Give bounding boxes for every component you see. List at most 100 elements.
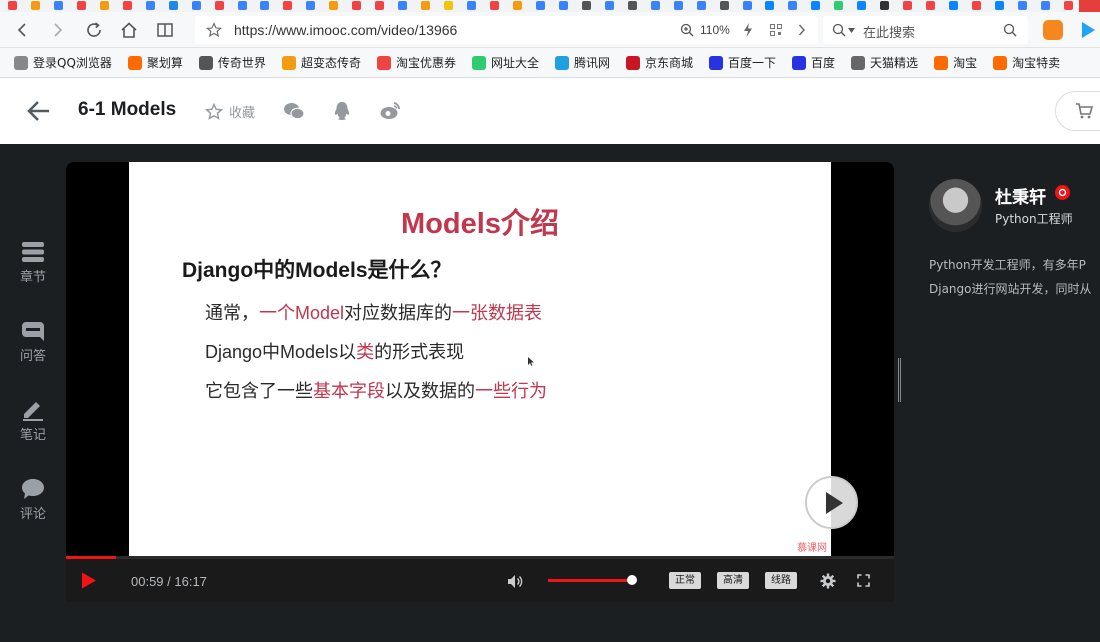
lightning-icon[interactable] — [743, 23, 753, 37]
browser-tab[interactable] — [482, 0, 505, 12]
browser-tab[interactable] — [413, 0, 436, 12]
bookmark-item[interactable]: 腾讯网 — [554, 54, 610, 71]
settings-gear-icon[interactable] — [820, 573, 836, 589]
browser-tab[interactable] — [872, 0, 895, 12]
browser-tab[interactable] — [528, 0, 551, 12]
browser-tab[interactable] — [597, 0, 620, 12]
zoom-level[interactable]: 110% — [700, 23, 730, 37]
reader-icon[interactable] — [153, 18, 177, 42]
bookmark-item[interactable]: 天猫精选 — [851, 54, 918, 71]
wechat-share-icon[interactable] — [283, 100, 305, 122]
bookmark-item[interactable]: 网址大全 — [471, 54, 539, 71]
bookmark-star-icon[interactable] — [206, 22, 222, 38]
url-text[interactable]: https://www.imooc.com/video/13966 — [234, 22, 457, 38]
browser-tab[interactable] — [115, 0, 138, 12]
video-play-icon[interactable] — [1080, 21, 1096, 39]
quality-hd-button[interactable]: 高清 — [717, 572, 749, 589]
browser-tab[interactable] — [803, 0, 826, 12]
new-tab-button[interactable] — [1078, 0, 1100, 12]
chevron-right-icon[interactable] — [798, 24, 806, 36]
browser-tab[interactable] — [1010, 0, 1033, 12]
browser-tab[interactable] — [184, 0, 207, 12]
home-icon[interactable] — [117, 18, 141, 42]
browser-tab[interactable] — [987, 0, 1010, 12]
shopping-cart-button[interactable] — [1055, 91, 1100, 131]
browser-tab[interactable] — [666, 0, 689, 12]
browser-tab[interactable] — [1056, 0, 1079, 12]
browser-tab[interactable] — [849, 0, 872, 12]
sidebar-item-chapters[interactable]: 章节 — [0, 241, 66, 285]
volume-slider[interactable] — [548, 579, 632, 582]
browser-tab[interactable] — [689, 0, 712, 12]
browser-tab[interactable] — [574, 0, 597, 12]
chevron-down-icon[interactable] — [848, 28, 855, 33]
browser-tab[interactable] — [551, 0, 574, 12]
browser-tab[interactable] — [252, 0, 275, 12]
browser-tab[interactable] — [367, 0, 390, 12]
sidebar-item-comments[interactable]: 评论 — [0, 478, 66, 522]
browser-tab[interactable] — [390, 0, 413, 12]
browser-tab[interactable] — [964, 0, 987, 12]
browser-tab[interactable] — [918, 0, 941, 12]
bookmark-item[interactable]: 淘宝优惠券 — [376, 54, 456, 71]
bookmark-item[interactable]: 超变态传奇 — [281, 54, 361, 71]
forward-icon[interactable] — [46, 18, 70, 42]
search-input[interactable]: 在此搜索 — [863, 22, 915, 41]
reload-icon[interactable] — [82, 18, 106, 42]
bookmark-item[interactable]: 登录QQ浏览器 — [14, 54, 112, 71]
browser-tab[interactable] — [620, 0, 643, 12]
browser-tab[interactable] — [459, 0, 482, 12]
game-center-icon[interactable] — [1043, 20, 1063, 40]
browser-tab[interactable] — [1033, 0, 1056, 12]
browser-tab[interactable] — [92, 0, 115, 12]
quality-normal-button[interactable]: 正常 — [669, 572, 701, 589]
volume-icon[interactable] — [507, 574, 523, 589]
browser-tab[interactable] — [321, 0, 344, 12]
browser-tab[interactable] — [0, 0, 23, 12]
sidebar-item-qa[interactable]: 问答 — [0, 320, 66, 364]
search-engine-icon[interactable] — [832, 23, 846, 37]
browser-tab[interactable] — [712, 0, 735, 12]
fullscreen-icon[interactable] — [857, 574, 870, 587]
address-bar[interactable]: https://www.imooc.com/video/13966 110% — [195, 16, 818, 44]
browser-tab[interactable] — [505, 0, 528, 12]
bookmark-item[interactable]: 传奇世界 — [198, 54, 266, 71]
search-icon[interactable] — [1003, 23, 1017, 37]
browser-tab[interactable] — [780, 0, 803, 12]
browser-tab[interactable] — [46, 0, 69, 12]
favorite-button[interactable]: 收藏 — [205, 102, 255, 121]
qq-share-icon[interactable] — [331, 100, 353, 122]
browser-tab[interactable] — [436, 0, 459, 12]
bookmark-item[interactable]: 聚划算 — [127, 54, 183, 71]
browser-tab[interactable] — [275, 0, 298, 12]
browser-tab[interactable] — [138, 0, 161, 12]
bookmark-item[interactable]: 百度 — [792, 54, 835, 71]
teacher-name[interactable]: 杜秉轩 — [995, 183, 1046, 208]
browser-tab[interactable] — [230, 0, 253, 12]
weibo-share-icon[interactable] — [379, 100, 401, 122]
bookmark-item[interactable]: 京东商城 — [626, 54, 693, 71]
browser-tab[interactable] — [161, 0, 184, 12]
zoom-icon[interactable] — [680, 23, 694, 37]
browser-tab[interactable] — [69, 0, 92, 12]
browser-tab[interactable] — [895, 0, 918, 12]
browser-tab[interactable] — [735, 0, 758, 12]
volume-slider-handle[interactable] — [626, 575, 637, 585]
browser-tab[interactable] — [757, 0, 780, 12]
panel-resize-handle[interactable] — [898, 358, 901, 402]
bookmark-item[interactable]: 百度一下 — [709, 54, 776, 71]
play-pause-button[interactable] — [81, 572, 97, 589]
browser-tab-strip[interactable] — [0, 0, 1100, 12]
browser-tab[interactable] — [643, 0, 666, 12]
browser-tab[interactable] — [344, 0, 367, 12]
video-player[interactable]: Models介绍 Django中的Models是什么？ 通常，一个Model对应… — [66, 162, 894, 602]
big-play-button[interactable] — [805, 476, 858, 529]
browser-tab[interactable] — [941, 0, 964, 12]
qr-code-icon[interactable] — [770, 24, 782, 36]
back-arrow-icon[interactable] — [27, 100, 51, 122]
browser-tab[interactable] — [826, 0, 849, 12]
bookmark-item[interactable]: 淘宝特卖 — [993, 54, 1060, 71]
browser-tab[interactable] — [298, 0, 321, 12]
search-box[interactable]: 在此搜索 — [823, 16, 1028, 44]
bookmark-item[interactable]: 淘宝 — [934, 54, 977, 71]
